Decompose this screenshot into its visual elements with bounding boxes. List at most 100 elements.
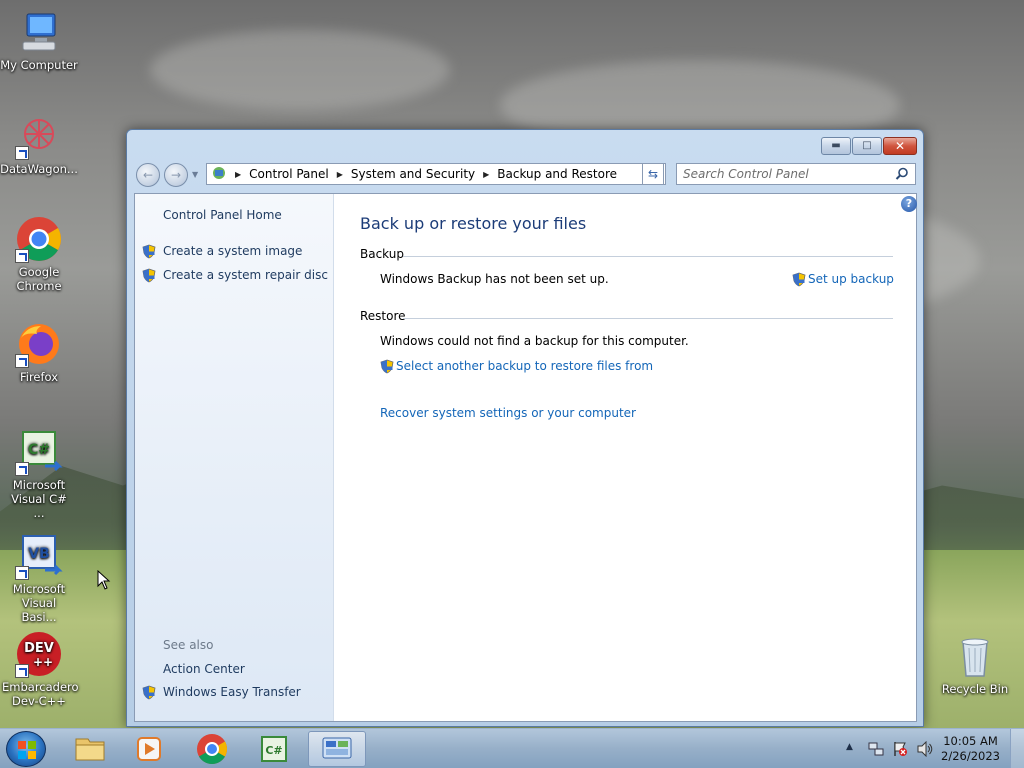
mouse-cursor-icon bbox=[97, 570, 111, 590]
shortcut-arrow-icon bbox=[15, 354, 29, 368]
clock-date: 2/26/2023 bbox=[941, 749, 1000, 763]
desktop-icon-label: Microsoft Visual Basi... bbox=[12, 582, 66, 624]
desktop-icon-label: Firefox bbox=[19, 370, 59, 384]
chrome-icon bbox=[15, 215, 63, 263]
create-system-repair-disc-link[interactable]: Create a system repair disc bbox=[163, 268, 328, 282]
visual-basic-icon: VB bbox=[15, 532, 63, 580]
breadcrumb-backup-and-restore[interactable]: Backup and Restore bbox=[497, 167, 617, 181]
recover-system-settings-link[interactable]: Recover system settings or your computer bbox=[380, 406, 636, 420]
taskbar-visual-csharp[interactable]: C# bbox=[246, 731, 302, 767]
uac-shield-icon bbox=[142, 244, 156, 259]
svg-text:VB: VB bbox=[28, 546, 50, 562]
address-bar[interactable]: ▶ Control Panel ▶ System and Security ▶ … bbox=[206, 163, 666, 185]
action-center-link[interactable]: Action Center bbox=[163, 662, 245, 676]
desktop-icon-google-chrome[interactable]: Google Chrome bbox=[0, 215, 79, 293]
desktop-icon-dev-cpp[interactable]: DEV ++ Embarcadero Dev-C++ bbox=[0, 630, 79, 708]
back-arrow-icon: ← bbox=[142, 168, 154, 182]
select-another-backup-link[interactable]: Select another backup to restore files f… bbox=[396, 359, 653, 373]
svg-text:C#: C# bbox=[28, 442, 50, 458]
folder-icon bbox=[75, 738, 105, 761]
svg-text:C#: C# bbox=[265, 744, 282, 757]
media-player-icon bbox=[137, 737, 161, 761]
task-pane: Control Panel Home Create a system image… bbox=[135, 194, 334, 721]
search-box bbox=[676, 163, 916, 185]
close-icon: ✕ bbox=[894, 139, 906, 153]
firefox-icon bbox=[15, 320, 63, 368]
refresh-button[interactable]: ⇆ bbox=[642, 163, 664, 185]
datawagon-icon bbox=[15, 112, 63, 160]
desktop-icon-label: DataWagon... bbox=[0, 162, 78, 176]
minimize-button[interactable]: ▬ bbox=[821, 137, 851, 155]
desktop-icon-label: My Computer bbox=[0, 58, 78, 72]
breadcrumb-separator-icon[interactable]: ▶ bbox=[483, 170, 489, 179]
show-desktop-button[interactable] bbox=[1010, 729, 1024, 768]
desktop-icon-label: Google Chrome bbox=[16, 265, 62, 293]
forward-button[interactable]: → bbox=[164, 163, 188, 187]
breadcrumb-control-panel[interactable]: Control Panel bbox=[249, 167, 329, 181]
see-also-heading: See also bbox=[163, 638, 214, 652]
backup-heading: Backup bbox=[360, 247, 404, 261]
recycle-bin-icon bbox=[951, 632, 999, 680]
uac-shield-icon bbox=[380, 359, 394, 374]
restore-divider bbox=[403, 318, 893, 319]
volume-icon[interactable] bbox=[916, 741, 934, 757]
search-icon[interactable] bbox=[895, 167, 909, 181]
clock-time: 10:05 AM bbox=[943, 734, 998, 748]
uac-shield-icon bbox=[142, 685, 156, 700]
desktop-icon-visual-csharp[interactable]: C# Microsoft Visual C# ... bbox=[0, 428, 79, 520]
desktop-icon-recycle-bin[interactable]: Recycle Bin bbox=[935, 632, 1015, 696]
desktop-icon-firefox[interactable]: Firefox bbox=[0, 320, 79, 384]
windows-easy-transfer-link[interactable]: Windows Easy Transfer bbox=[163, 685, 301, 699]
control-panel-icon bbox=[211, 165, 227, 184]
page-title: Back up or restore your files bbox=[360, 214, 587, 233]
forward-arrow-icon: → bbox=[170, 168, 182, 182]
chrome-icon bbox=[197, 734, 228, 765]
uac-shield-icon bbox=[142, 268, 156, 283]
show-hidden-icons-button[interactable]: ▲ bbox=[846, 742, 853, 752]
create-system-image-link[interactable]: Create a system image bbox=[163, 244, 302, 258]
navigation-bar: ← → ▼ ▶ Control Panel ▶ System and Secur… bbox=[134, 162, 917, 188]
maximize-icon: □ bbox=[862, 140, 872, 151]
backup-divider bbox=[403, 256, 893, 257]
taskbar: C# ▲ 10:05 AM 2/26/2023 bbox=[0, 728, 1024, 768]
back-button[interactable]: ← bbox=[136, 163, 160, 187]
control-panel-icon bbox=[322, 737, 352, 759]
network-icon[interactable] bbox=[868, 741, 884, 757]
breadcrumb-system-and-security[interactable]: System and Security bbox=[351, 167, 475, 181]
set-up-backup-link[interactable]: Set up backup bbox=[808, 272, 894, 286]
breadcrumb-separator-icon: ▶ bbox=[235, 169, 242, 179]
taskbar-control-panel[interactable] bbox=[308, 731, 366, 767]
taskbar-media-player[interactable] bbox=[122, 731, 178, 767]
control-panel-home-link[interactable]: Control Panel Home bbox=[163, 208, 282, 222]
backup-status-text: Windows Backup has not been set up. bbox=[380, 272, 609, 286]
restore-status-text: Windows could not find a backup for this… bbox=[380, 334, 689, 348]
shortcut-arrow-icon bbox=[15, 462, 29, 476]
breadcrumb-separator-icon[interactable]: ▶ bbox=[337, 170, 343, 179]
desktop-icon-label: Embarcadero Dev-C++ bbox=[2, 680, 79, 708]
svg-text:++: ++ bbox=[33, 655, 53, 669]
close-button[interactable]: ✕ bbox=[883, 137, 917, 155]
svg-text:DEV: DEV bbox=[24, 641, 54, 656]
windows-logo-icon bbox=[18, 741, 36, 759]
start-button[interactable] bbox=[6, 731, 46, 767]
maximize-button[interactable]: □ bbox=[852, 137, 882, 155]
dev-cpp-icon: DEV ++ bbox=[15, 630, 63, 678]
shortcut-arrow-icon bbox=[15, 566, 29, 580]
desktop-icon-visual-basic[interactable]: VB Microsoft Visual Basi... bbox=[0, 532, 79, 624]
recent-pages-dropdown[interactable]: ▼ bbox=[192, 170, 198, 179]
desktop-icon-label: Recycle Bin bbox=[941, 682, 1009, 696]
minimize-icon: ▬ bbox=[831, 140, 841, 151]
computer-icon bbox=[15, 8, 63, 56]
help-icon[interactable]: ? bbox=[901, 196, 917, 212]
search-input[interactable] bbox=[683, 164, 893, 184]
action-center-flag-icon[interactable] bbox=[892, 741, 908, 757]
desktop-icon-my-computer[interactable]: My Computer bbox=[0, 8, 79, 72]
backup-restore-window: ▬ □ ✕ ← → ▼ ▶ Control Panel ▶ System and… bbox=[126, 129, 924, 727]
clock[interactable]: 10:05 AM 2/26/2023 bbox=[941, 734, 1000, 764]
desktop-icon-datawagon[interactable]: DataWagon... bbox=[0, 112, 79, 176]
window-controls: ▬ □ ✕ bbox=[821, 137, 917, 155]
taskbar-google-chrome[interactable] bbox=[184, 731, 240, 767]
restore-heading: Restore bbox=[360, 309, 406, 323]
visual-csharp-icon: C# bbox=[261, 736, 287, 762]
taskbar-windows-explorer[interactable] bbox=[62, 731, 118, 767]
